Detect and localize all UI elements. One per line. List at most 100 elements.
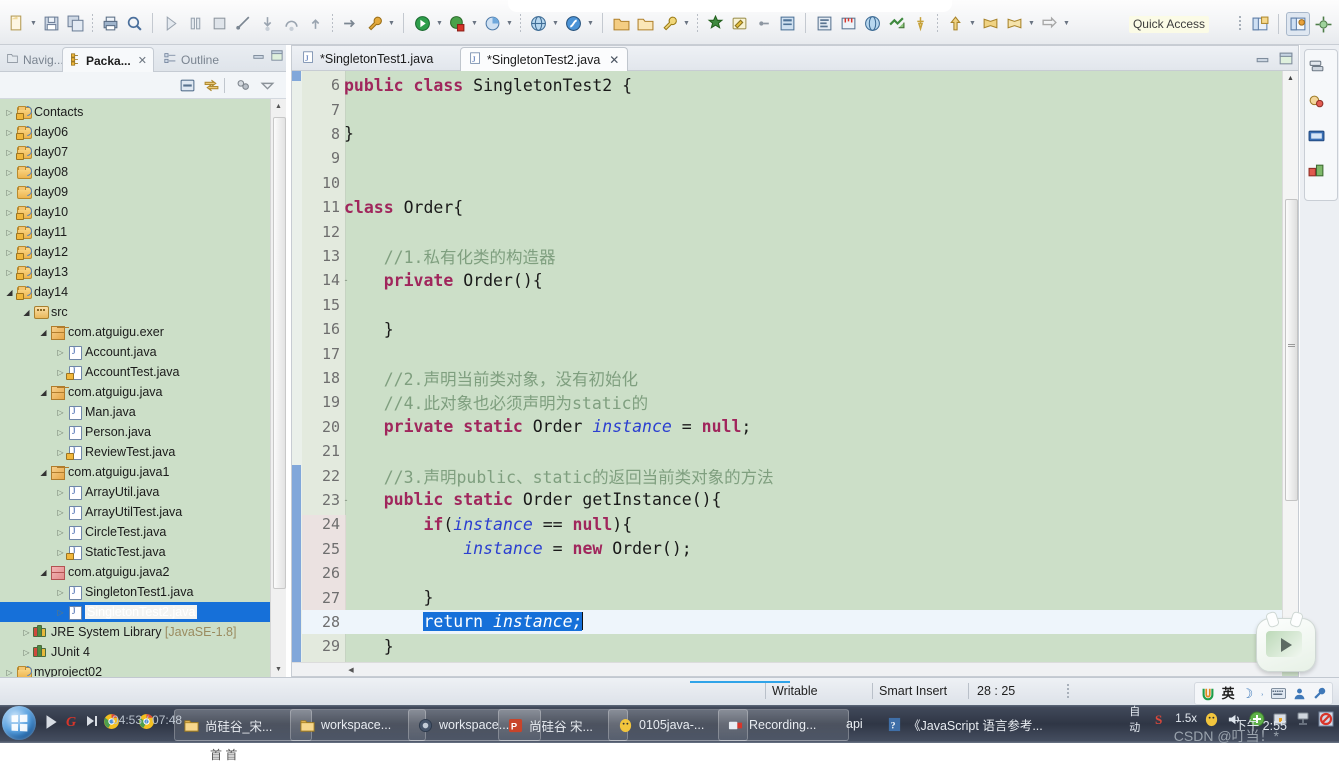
tree-scrollbar[interactable]: ▲ ▼ (270, 99, 286, 677)
tree-item[interactable]: ▷ AccountTest.java (0, 362, 270, 382)
run-last-icon[interactable] (339, 12, 361, 34)
variables-icon[interactable] (1307, 161, 1326, 180)
tree-item[interactable]: ▷ day07 (0, 142, 270, 162)
tree-item[interactable]: ▷ day08 (0, 162, 270, 182)
code-line[interactable]: 13 //1.私有化类的构造器 (292, 244, 1298, 268)
code-text[interactable]: } (344, 124, 354, 143)
code-text[interactable]: //1.私有化类的构造器 (344, 244, 556, 268)
code-line[interactable]: 23- public static Order getInstance(){ (292, 488, 1298, 512)
code-line[interactable]: 29 } (292, 634, 1298, 658)
recorder-play-icon[interactable] (1281, 638, 1292, 652)
quick-launch-next-icon[interactable] (84, 713, 100, 729)
tree-item[interactable]: ◢ day14 (0, 282, 270, 302)
code-line[interactable]: 8} (292, 122, 1298, 146)
chevron-down-icon[interactable]: ▼ (386, 12, 397, 34)
network-icon[interactable] (1294, 710, 1312, 728)
code-line[interactable]: 7 (292, 97, 1298, 121)
code-area[interactable]: 6 public class SingletonTest2 {7 8} 9 10 11 cl… (292, 71, 1298, 676)
chevron-right-icon[interactable]: ▷ (55, 588, 66, 597)
stop-icon[interactable] (1317, 710, 1335, 728)
resume-icon[interactable] (160, 12, 182, 34)
step-return-icon[interactable] (304, 12, 326, 34)
code-line[interactable]: 14- private Order(){ (292, 268, 1298, 292)
print-icon[interactable] (99, 12, 121, 34)
ime-logo-icon[interactable] (1201, 687, 1215, 701)
code-text[interactable]: public static Order getInstance(){ (344, 490, 722, 509)
chevron-down-icon[interactable]: ◢ (38, 328, 49, 337)
pin-icon[interactable] (909, 12, 931, 34)
maximize-icon[interactable] (1277, 50, 1294, 67)
view-dropdown-icon[interactable] (258, 76, 277, 95)
chevron-down-icon[interactable]: ▼ (28, 12, 39, 34)
close-icon[interactable]: ✕ (609, 53, 619, 67)
up-arrow-icon[interactable] (944, 12, 966, 34)
taskbar-item[interactable]: ? 《JavaScript 语言参考... (878, 709, 1064, 739)
chevron-right-icon[interactable]: ▷ (4, 228, 15, 237)
chevron-down-icon[interactable]: ▼ (681, 12, 692, 34)
tree-item[interactable]: ▷ Man.java (0, 402, 270, 422)
globe-icon[interactable] (527, 12, 549, 34)
tree-item[interactable]: ▷ CircleTest.java (0, 522, 270, 542)
tree-item[interactable]: ◢ com.atguigu.exer (0, 322, 270, 342)
chevron-right-icon[interactable]: ▷ (55, 408, 66, 417)
tree-item[interactable]: ▷ ArrayUtil.java (0, 482, 270, 502)
minimize-icon[interactable] (251, 48, 266, 63)
chevron-right-icon[interactable]: ▷ (55, 608, 66, 617)
chevron-down-icon[interactable]: ◢ (4, 288, 15, 297)
view-tab-navig[interactable]: Navig... (0, 47, 70, 72)
view-tab-outline[interactable]: Outline (158, 47, 225, 72)
half-width-icon[interactable]: ☽ (1242, 687, 1254, 700)
code-line[interactable]: 22 //3.声明public、static的返回当前类对象的方法 (292, 463, 1298, 487)
debug-view-icon[interactable] (1307, 93, 1326, 112)
code-line[interactable]: 11 class Order{ (292, 195, 1298, 219)
code-line[interactable]: 19 //4.此对象也必须声明为static的 (292, 390, 1298, 414)
new-file-icon[interactable] (5, 12, 27, 34)
code-line[interactable]: 18 //2.声明当前类对象，没有初始化 (292, 366, 1298, 390)
chevron-right-icon[interactable]: ▷ (4, 168, 15, 177)
chevron-down-icon[interactable]: ▼ (1026, 12, 1037, 34)
punctuation-icon[interactable]: ˒ (1260, 688, 1264, 699)
code-line[interactable]: 16 } (292, 317, 1298, 341)
screen-recorder-widget[interactable] (1256, 610, 1316, 672)
chevron-down-icon[interactable]: ▼ (504, 12, 515, 34)
minimize-icon[interactable] (1254, 50, 1271, 67)
outline-icon[interactable] (813, 12, 835, 34)
tree-item[interactable]: ▷ ReviewTest.java (0, 442, 270, 462)
chevron-down-icon[interactable]: ▼ (550, 12, 561, 34)
open-task-icon[interactable] (885, 12, 907, 34)
run-icon[interactable] (446, 12, 468, 34)
debug-icon[interactable] (411, 12, 433, 34)
chevron-right-icon[interactable]: ▷ (55, 448, 66, 457)
chevron-right-icon[interactable]: ▷ (4, 248, 15, 257)
tree-item[interactable]: ◢ com.atguigu.java1 (0, 462, 270, 482)
tree-item[interactable]: ▷ day11 (0, 222, 270, 242)
view-menu-icon[interactable] (234, 76, 253, 95)
link-with-editor-icon[interactable] (202, 76, 221, 95)
chevron-right-icon[interactable]: ▷ (4, 208, 15, 217)
chevron-right-icon[interactable]: ▷ (4, 268, 15, 277)
chevron-down-icon[interactable]: ▼ (434, 12, 445, 34)
code-line[interactable]: 12 (292, 219, 1298, 243)
ruler-icon[interactable] (837, 12, 859, 34)
chevron-right-icon[interactable]: ▷ (21, 628, 32, 637)
code-line[interactable]: 24 if(instance == null){ (292, 512, 1298, 536)
save-all-icon[interactable] (64, 12, 86, 34)
chevron-right-icon[interactable]: ▷ (4, 128, 15, 137)
code-line[interactable]: 10 (292, 171, 1298, 195)
open-type-icon[interactable] (861, 12, 883, 34)
chevron-right-icon[interactable]: ▷ (55, 528, 66, 537)
code-line[interactable]: 17 (292, 341, 1298, 365)
code-text[interactable]: private static Order instance = null; (344, 417, 752, 436)
chevron-down-icon[interactable]: ▼ (967, 12, 978, 34)
chevron-down-icon[interactable]: ▼ (469, 12, 480, 34)
chevron-right-icon[interactable]: ▷ (4, 148, 15, 157)
back-arrow-icon[interactable] (979, 12, 1001, 34)
tree-item[interactable]: ◢ com.atguigu.java2 (0, 562, 270, 582)
tree-item[interactable]: ▷ JRE System Library [JavaSE-1.8] (0, 622, 270, 642)
tree-item[interactable]: ▷ day13 (0, 262, 270, 282)
link-icon[interactable] (752, 12, 774, 34)
taskbar-item[interactable]: Recording... (718, 709, 849, 741)
step-over-icon[interactable] (280, 12, 302, 34)
code-text[interactable]: //3.声明public、static的返回当前类对象的方法 (344, 464, 774, 488)
new-package-icon[interactable] (634, 12, 656, 34)
